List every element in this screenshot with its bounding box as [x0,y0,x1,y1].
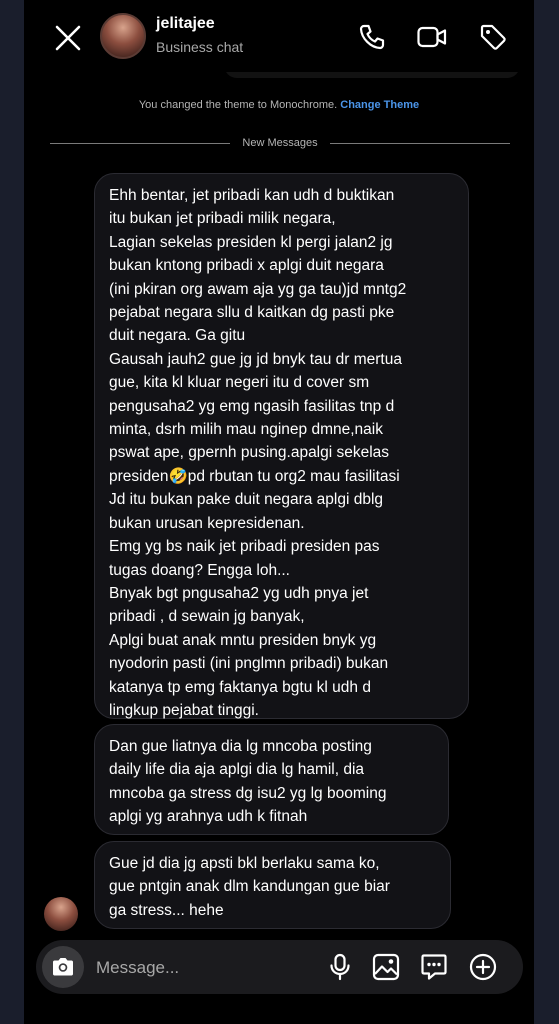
theme-change-notice: You changed the theme to Monochrome. Cha… [24,99,534,111]
message-bubble[interactable]: Ehh bentar, jet pribadi kan udh d buktik… [94,173,469,719]
message-bubble[interactable]: Gue jd dia jg apsti bkl berlaku sama ko,… [94,841,451,929]
camera-icon [53,958,73,976]
theme-change-text: You changed the theme to Monochrome. [138,99,338,111]
microphone-icon[interactable] [325,952,355,982]
message-bubble[interactable]: Dan gue liatnya dia lg mncoba posting da… [94,724,449,835]
camera-button[interactable] [42,946,84,988]
message-composer [36,940,523,994]
sender-avatar[interactable] [44,897,78,931]
chat-screen: jelitajee Business chat You changed the … [24,0,534,1024]
new-messages-divider: New Messages [50,135,511,151]
tag-icon[interactable] [478,22,508,52]
divider-line-right [329,142,511,144]
sticker-icon[interactable] [419,952,449,982]
new-messages-label: New Messages [242,137,318,149]
close-icon[interactable] [52,22,84,54]
message-input[interactable] [94,950,328,986]
phone-icon[interactable] [357,22,387,52]
divider-line-left [50,142,231,144]
gallery-icon[interactable] [371,952,401,982]
change-theme-link[interactable]: Change Theme [340,99,419,111]
video-camera-icon[interactable] [416,22,447,52]
chat-header: jelitajee Business chat [24,0,534,72]
contact-subtitle: Business chat [156,39,244,55]
contact-avatar[interactable] [100,13,146,59]
contact-name[interactable]: jelitajee [156,15,215,33]
plus-icon[interactable] [468,952,498,982]
